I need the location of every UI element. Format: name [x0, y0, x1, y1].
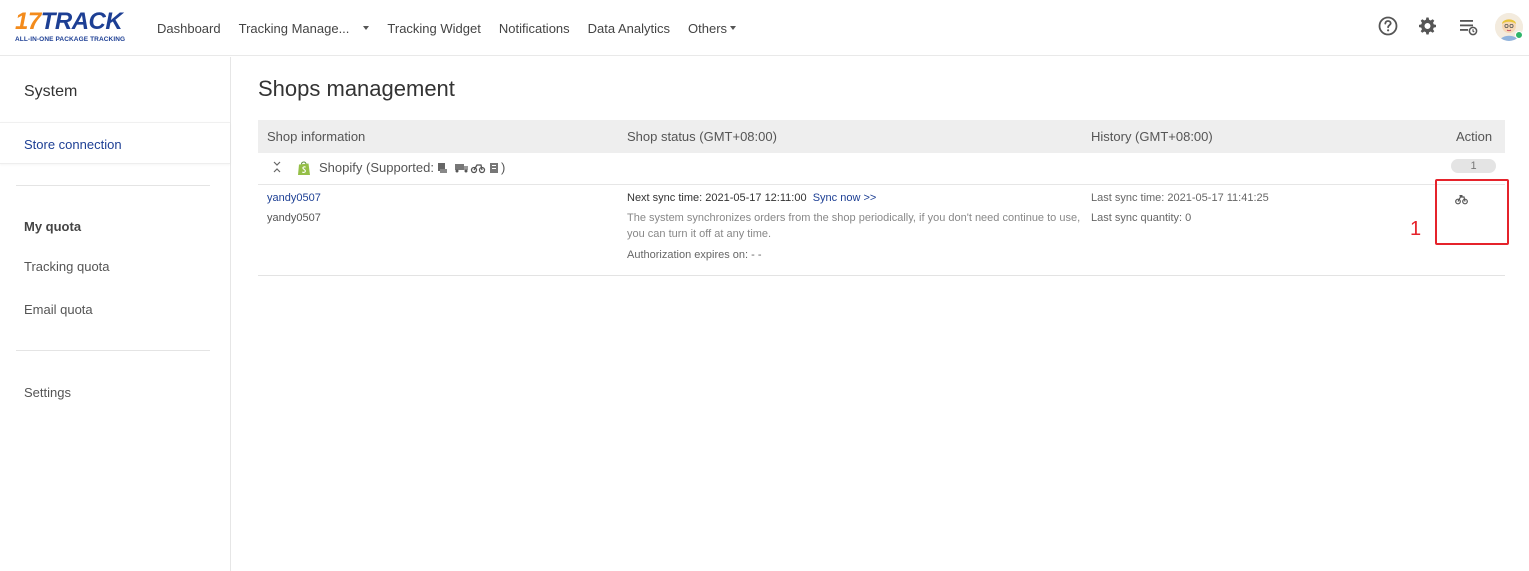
nav-data-analytics-label: Data Analytics — [587, 20, 671, 36]
payment-icon — [438, 163, 447, 173]
supported-features-icons — [438, 163, 498, 174]
column-header-shop-status: Shop status (GMT+08:00) — [627, 129, 777, 144]
nav-others-label: Others — [688, 20, 728, 36]
next-sync-label: Next sync time: 2021-05-17 12:11:00 — [627, 192, 807, 204]
sidebar: System Store connection My quota Trackin… — [0, 57, 231, 571]
logo[interactable]: 17TRACK ALL-IN-ONE PACKAGE TRACKING — [15, 10, 135, 44]
caret-down-icon — [363, 26, 370, 30]
logo-track-text: TRACK — [40, 8, 123, 35]
sync-now-link[interactable]: Sync now >> — [813, 192, 877, 204]
task-list-icon[interactable] — [1457, 15, 1479, 37]
nav-notifications[interactable]: Notifications — [499, 21, 570, 36]
nav-tracking-widget[interactable]: Tracking Widget — [387, 21, 480, 36]
table-row — [258, 185, 1505, 276]
table-header: Shop information Shop status (GMT+08:00)… — [258, 120, 1505, 153]
shopify-icon — [298, 161, 310, 175]
column-header-shop-information: Shop information — [267, 129, 366, 144]
collapse-chevron-icon[interactable] — [272, 160, 282, 174]
nav-others[interactable]: Others — [688, 20, 737, 36]
help-icon[interactable] — [1377, 15, 1399, 37]
sidebar-group-my-quota: My quota — [24, 219, 82, 234]
sidebar-item-tracking-quota[interactable]: Tracking quota — [24, 259, 110, 274]
nav-notifications-label: Notifications — [498, 20, 570, 36]
supported-suffix: ) — [501, 160, 506, 175]
logo-tagline: ALL-IN-ONE PACKAGE TRACKING — [15, 36, 126, 43]
authorization-expires: Authorization expires on: - - — [627, 249, 762, 261]
shop-account: yandy0507 — [267, 212, 321, 224]
nav-tracking-management[interactable]: Tracking Manage... — [239, 21, 370, 36]
truck-icon — [455, 164, 468, 173]
nav-tracking-widget-label: Tracking Widget — [387, 20, 481, 36]
motorbike-icon — [470, 164, 486, 174]
sync-description-line2: you can turn it off at any time. — [627, 228, 772, 240]
logo-17-text: 17 — [15, 8, 41, 35]
shop-platform-label: Shopify (Supported: — [319, 160, 434, 175]
shop-count-badge: 1 — [1451, 159, 1496, 173]
main-nav: Dashboard Tracking Manage... Tracking Wi… — [157, 0, 754, 56]
next-sync-time: Next sync time: 2021-05-17 12:11:00 Sync… — [627, 192, 876, 204]
page-title: Shops management — [258, 76, 455, 101]
annotation-highlight-box — [1435, 179, 1509, 245]
sidebar-item-settings[interactable]: Settings — [24, 385, 71, 400]
sidebar-divider — [16, 350, 210, 351]
top-navigation-bar: 17TRACK ALL-IN-ONE PACKAGE TRACKING Dash… — [0, 0, 1529, 56]
document-icon — [490, 163, 498, 173]
nav-tracking-management-label: Tracking Manage... — [238, 20, 350, 36]
supported-prefix: (Supported: — [366, 160, 434, 175]
last-sync-quantity: Last sync quantity: 0 — [1091, 212, 1192, 224]
nav-dashboard-label: Dashboard — [157, 20, 221, 36]
shop-name-link[interactable]: yandy0507 — [267, 192, 321, 204]
annotation-number: 1 — [1410, 218, 1422, 240]
sidebar-item-store-connection[interactable]: Store connection — [24, 137, 122, 152]
nav-dashboard[interactable]: Dashboard — [157, 21, 221, 36]
column-header-action: Action — [1456, 129, 1493, 144]
sync-description-line1: The system synchronizes orders from the … — [627, 212, 1081, 224]
platform-name: Shopify — [319, 160, 363, 175]
online-status-indicator — [1515, 31, 1523, 39]
sidebar-title: System — [24, 83, 78, 100]
last-sync-time: Last sync time: 2021-05-17 11:41:25 — [1091, 192, 1269, 204]
nav-data-analytics[interactable]: Data Analytics — [588, 21, 670, 36]
column-header-history: History (GMT+08:00) — [1091, 129, 1213, 144]
sidebar-divider — [16, 185, 210, 186]
sidebar-item-email-quota[interactable]: Email quota — [24, 302, 93, 317]
caret-down-icon — [730, 26, 737, 30]
gear-icon[interactable] — [1417, 15, 1439, 37]
